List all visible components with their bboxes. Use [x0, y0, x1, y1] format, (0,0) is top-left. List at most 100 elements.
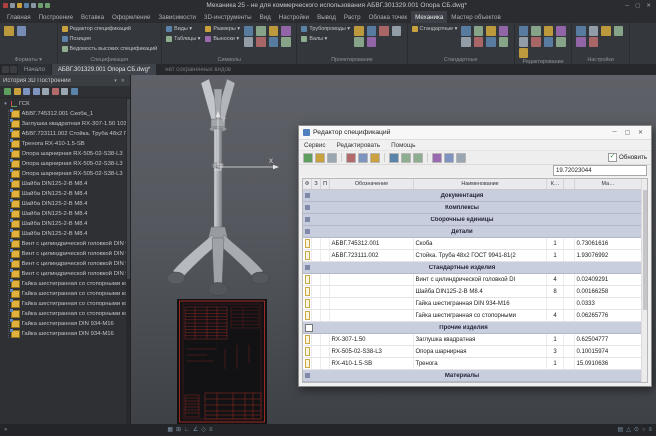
ribbon-tab[interactable]: Построение [35, 11, 77, 23]
spec-item-row[interactable]: Шайба DIN125-2-B M8.480.00166258 [303, 286, 642, 298]
print-icon[interactable] [31, 3, 36, 8]
search-icon[interactable] [444, 153, 454, 163]
tree-item[interactable]: Гайка шестигранная DIN 934-M16 [2, 329, 130, 339]
spec-section-row[interactable]: Прочие изделия [303, 322, 642, 334]
copy-icon[interactable] [358, 153, 368, 163]
snap-icon[interactable]: ⊞ [176, 426, 181, 434]
array-icon[interactable] [519, 37, 529, 47]
dialog-menu-item[interactable]: Помощь [391, 142, 415, 149]
tree-item[interactable]: Шайба DIN125-2-B M8.4 [2, 189, 130, 199]
axis-icon[interactable] [269, 37, 279, 47]
dialog-close-button[interactable]: ✕ [634, 129, 647, 136]
datum-icon[interactable] [256, 26, 266, 36]
tree-item[interactable]: Шайба DIN125-2-B M8.4 [2, 209, 130, 219]
section-icon[interactable] [269, 26, 279, 36]
tree-item[interactable]: Опора шарнирная RX-505-02-S38-L3 [2, 169, 130, 179]
ribbon-button[interactable]: Таблицы ▾ [166, 34, 200, 44]
ribbon-button[interactable]: Редактор спецификаций [62, 24, 158, 34]
tree-item[interactable]: Гайка шестигранная DIN 934-M16 [2, 319, 130, 329]
profile-icon[interactable] [499, 37, 509, 47]
tree-item[interactable]: Винт с цилиндрической головкой DIN 91 [2, 239, 130, 249]
flange-icon[interactable] [367, 26, 377, 36]
cut-icon[interactable] [346, 153, 356, 163]
tree-item[interactable]: ▾ГСК [2, 99, 130, 109]
add-position-icon[interactable] [389, 153, 399, 163]
save-icon[interactable] [24, 3, 29, 8]
link-icon[interactable] [42, 88, 49, 95]
layers-icon[interactable] [589, 26, 599, 36]
tree-item[interactable]: Гайка шестигранная со стопорными кол [2, 299, 130, 309]
tree-item[interactable]: АБВГ.723111.002 Стойка. Труба 48х2 ГОС [2, 129, 130, 139]
filter-icon[interactable] [14, 88, 21, 95]
expand-all-icon[interactable] [23, 88, 30, 95]
command-prompt-icon[interactable]: » [4, 426, 7, 434]
ribbon-button[interactable]: Выноски ▾ [205, 34, 240, 44]
tolerance-icon[interactable] [244, 37, 254, 47]
ribbon-tab[interactable]: Главная [3, 11, 35, 23]
tree-item[interactable]: Винт с цилиндрической головкой DIN 91 [2, 249, 130, 259]
explode-icon[interactable] [556, 37, 566, 47]
tree-item[interactable]: Винт с цилиндрической головкой DIN 91 [2, 269, 130, 279]
ribbon-tab[interactable]: 3D-инструменты [200, 11, 256, 23]
document-tab-active[interactable]: АБВГ.301329.001 Опора СБ.dwg* [52, 64, 156, 75]
interface-settings-icon[interactable]: ≡ [648, 426, 652, 434]
move-icon[interactable] [519, 26, 529, 36]
layers-icon[interactable]: ▤ [618, 426, 624, 434]
title-block-icon[interactable] [17, 26, 27, 36]
expander-icon[interactable]: ▾ [2, 101, 9, 107]
tree-item[interactable]: Заглушка квадратная RX-307-1.50 1030М [2, 119, 130, 129]
roughness-icon[interactable] [244, 26, 254, 36]
new-file-icon[interactable] [10, 3, 15, 8]
rotate-icon[interactable] [544, 26, 554, 36]
ribbon-button[interactable]: Ведомость высоких спецификаций [62, 44, 158, 54]
tree-item[interactable]: Винт с цилиндрической головкой DIN 91 [2, 259, 130, 269]
ribbon-tab[interactable]: Растр [340, 11, 365, 23]
fillet-icon[interactable] [544, 37, 554, 47]
total-mass-field[interactable]: 19.72023044 [553, 165, 647, 176]
tree-item[interactable]: Опора шарнирная RX-505-02-S38-L3 [2, 149, 130, 159]
palette-close-icon[interactable]: ✕ [119, 78, 127, 84]
pipe-icon[interactable] [354, 26, 364, 36]
app-menu-icon[interactable] [3, 3, 8, 8]
spec-section-row[interactable]: Комплекты [303, 382, 642, 383]
maximize-button[interactable]: ▢ [633, 3, 642, 9]
dialog-maximize-button[interactable]: ▢ [621, 129, 634, 136]
minimize-button[interactable]: ─ [623, 3, 631, 9]
tree-item[interactable]: Шайба DIN125-2-B M8.4 [2, 179, 130, 189]
collapse-all-icon[interactable] [33, 88, 40, 95]
close-button[interactable]: ✕ [644, 3, 653, 9]
palette-scrollbar[interactable] [126, 97, 130, 424]
help-icon[interactable] [71, 88, 78, 95]
refresh-history-icon[interactable] [4, 88, 11, 95]
format-sheet-icon[interactable] [4, 26, 14, 36]
spec-section-row[interactable]: Стандартные изделия [303, 262, 642, 274]
styles-icon[interactable] [601, 26, 611, 36]
screw-icon[interactable] [499, 26, 509, 36]
ribbon-tab[interactable]: Облака точек [365, 11, 412, 23]
sort-descending-icon[interactable] [413, 153, 423, 163]
workspace-icon[interactable]: ⊙ [634, 426, 639, 434]
database-icon[interactable] [576, 37, 586, 47]
object-snap-icon[interactable]: ◇ [201, 426, 206, 434]
tree-item[interactable]: АБВГ.745312.001 Скоба_1 [2, 109, 130, 119]
ortho-icon[interactable]: ∟ [184, 426, 190, 434]
ribbon-tab[interactable]: Вставка [77, 11, 108, 23]
ribbon-tab[interactable]: Зависимости [154, 11, 200, 23]
pin-icon[interactable] [461, 37, 471, 47]
export-icon[interactable] [315, 153, 325, 163]
note-icon[interactable] [281, 26, 291, 36]
marking-icon[interactable] [256, 37, 266, 47]
saved-views-label[interactable]: нет сохраненных видов [165, 64, 231, 75]
options-icon[interactable] [576, 26, 586, 36]
washer-icon[interactable] [486, 26, 496, 36]
spec-section-row[interactable]: Материалы [303, 370, 642, 382]
polar-tracking-icon[interactable]: ∠ [193, 426, 198, 434]
tree-item[interactable]: Шайба DIN125-2-B M8.4 [2, 219, 130, 229]
ribbon-tab[interactable]: Вид [256, 11, 275, 23]
rivet-icon[interactable] [474, 37, 484, 47]
ribbon-tab[interactable]: Механика [411, 11, 447, 23]
ribbon-button[interactable]: Валы ▾ [301, 34, 350, 44]
ribbon-button[interactable]: Трубопроводы ▾ [301, 24, 350, 34]
ribbon-tab[interactable]: Мастер объектов [447, 11, 504, 23]
isolate-objects-icon[interactable]: ○ [642, 426, 646, 434]
